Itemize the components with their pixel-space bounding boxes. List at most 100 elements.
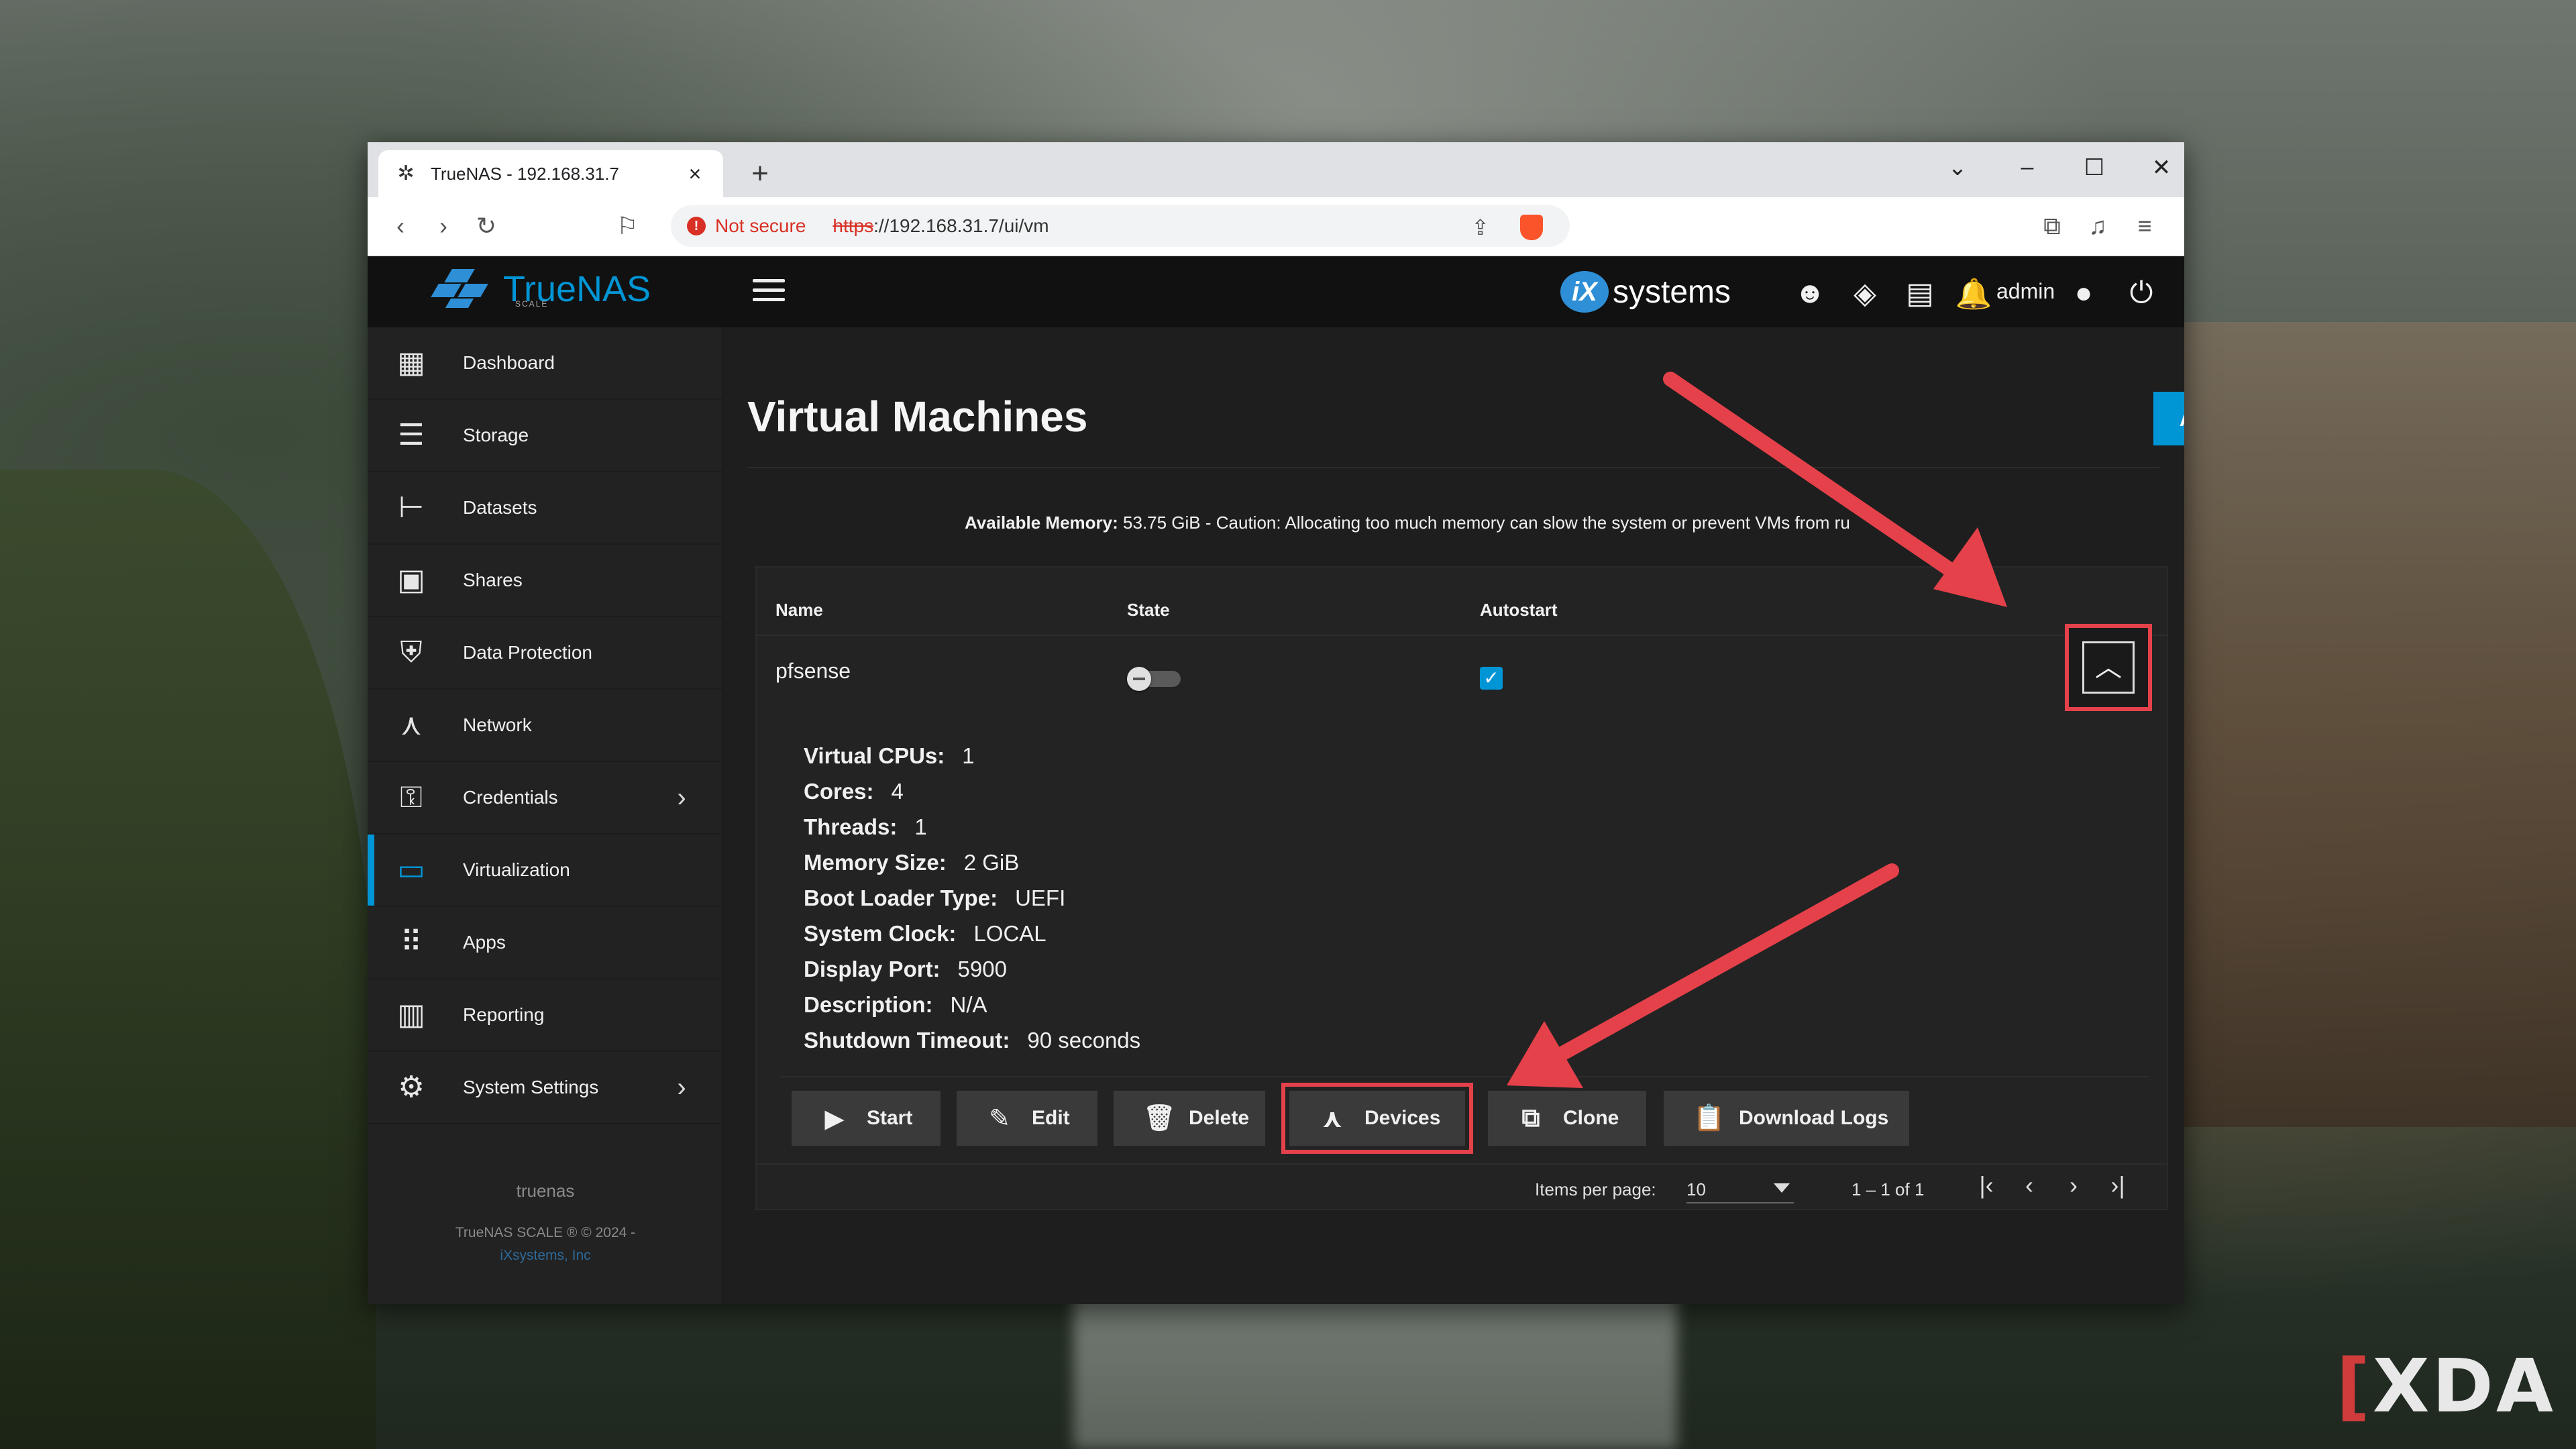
dashboard-icon: ▦ [397,346,425,379]
tab-search-chevron-icon[interactable]: ⌄ [1937,154,1978,181]
power-icon[interactable]: ⏻ [2123,276,2160,310]
memory-note: Available Memory: 53.75 GiB - Caution: A… [965,513,1937,533]
media-icon[interactable]: ♫ [2081,212,2114,240]
items-per-page-label: Items per page: [1535,1179,1656,1199]
forward-icon[interactable]: › [427,212,460,240]
feedback-icon[interactable]: ☻ [1791,276,1829,310]
divider [757,1163,2167,1165]
column-state[interactable]: State [1127,600,1170,621]
detail-system-clock: System Clock: LOCAL [804,921,1046,946]
sidebar-item-label: Shares [463,570,523,590]
sidebar-item-reporting[interactable]: ▥ Reporting [368,979,722,1052]
clone-button[interactable]: ⧉ Clone [1488,1091,1646,1146]
address-bar: ‹ › ↻ ⚐ ! Not secure https://192.168.31.… [368,197,2184,256]
trash-icon: 🗑 [1143,1104,1176,1132]
truenas-mark-icon [431,269,496,309]
column-autostart[interactable]: Autostart [1480,600,1558,621]
browser-tab[interactable]: ✲ TrueNAS - 192.168.31.7 × [378,150,723,197]
sidebar-item-apps[interactable]: ⠿ Apps [368,907,722,979]
bookmark-icon[interactable]: ⚐ [610,212,644,240]
sidebar-item-credentials[interactable]: ⚿ Credentials › [368,762,722,835]
previous-page-icon[interactable]: ‹ [2012,1171,2046,1199]
brave-shield-icon[interactable] [1520,215,1543,240]
hostname: truenas [516,1181,575,1201]
jobs-clipboard-icon[interactable]: ▤ [1901,276,1939,311]
vendor-link[interactable]: iXsystems, Inc [368,1248,723,1264]
reload-icon[interactable]: ↻ [470,212,503,240]
sidebar-item-label: Network [463,714,532,735]
datasets-icon: ⊢ [398,491,425,524]
shares-icon: ▣ [397,564,425,596]
xda-watermark: [XDA [2336,1343,2556,1429]
autostart-checkbox[interactable]: ✓ [1480,667,1503,690]
download-logs-button[interactable]: 📋 Download Logs [1664,1091,1909,1146]
url-scheme: https [833,215,874,236]
sidebar-item-datasets[interactable]: ⊢ Datasets [368,472,722,545]
new-tab-icon[interactable]: + [743,157,777,191]
tab-title: TrueNAS - 192.168.31.7 [431,163,619,184]
maximize-icon[interactable]: ☐ [2074,154,2114,181]
column-name[interactable]: Name [775,600,823,621]
menu-toggle-icon[interactable] [753,279,785,303]
detail-virtual-cpus: Virtual CPUs: 1 [804,743,975,768]
vm-table: Name State Autostart pfsense ✓ ︿ Virtual… [755,566,2168,1210]
url-field[interactable]: ! Not secure https://192.168.31.7/ui/vm … [671,205,1570,247]
share-icon[interactable]: ⇪ [1471,215,1489,240]
start-button[interactable]: ▶ Start [792,1091,941,1146]
sidebar-item-label: Reporting [463,1004,545,1025]
sidebar-item-label: Dashboard [463,352,555,373]
background-forest [0,470,376,1449]
ix-mark: iX [1560,271,1609,313]
detail-shutdown-timeout: Shutdown Timeout: 90 seconds [804,1028,1141,1053]
items-per-page-value: 10 [1686,1179,1706,1199]
dropdown-arrow-icon [1774,1183,1790,1193]
edit-button[interactable]: ✎ Edit [957,1091,1097,1146]
play-icon: ▶ [824,1104,845,1133]
back-icon[interactable]: ‹ [384,212,417,240]
sidebar-item-network[interactable]: ⋏ Network [368,690,722,762]
devices-button[interactable]: ⋏ Devices [1281,1083,1473,1154]
not-secure-label[interactable]: Not secure [715,215,806,237]
vendor-name: systems [1613,274,1731,310]
add-button[interactable]: Add [2153,392,2184,445]
truenas-app: TrueNAS SCALE iX systems ☻ ◈ ▤ 🔔 admin ●… [368,256,2184,1304]
gear-icon: ⚙ [398,1071,425,1104]
devices-icon: ⋏ [1322,1104,1343,1133]
chevron-right-icon: › [677,782,686,812]
extensions-icon[interactable]: ⧉ [2035,212,2069,241]
first-page-icon[interactable]: |‹ [1970,1171,2003,1199]
url-path: ://192.168.31.7/ui/vm [873,215,1049,236]
account-circle-icon[interactable]: ● [2065,276,2102,310]
sidebar-item-shares[interactable]: ▣ Shares [368,545,722,617]
apps-grid-icon: ⠿ [400,926,423,959]
browser-menu-icon[interactable]: ≡ [2128,212,2161,240]
items-per-page-select[interactable]: 10 [1686,1174,1794,1203]
sidebar: ▦ Dashboard ☰ Storage ⊢ Datasets ▣ Share… [368,327,723,1304]
bell-icon[interactable]: 🔔 [1955,276,1992,311]
sidebar-item-storage[interactable]: ☰ Storage [368,400,722,472]
close-tab-icon[interactable]: × [683,162,707,186]
sidebar-item-virtualization[interactable]: ▭ Virtualization [368,835,722,907]
user-label[interactable]: admin [1996,279,2055,304]
vm-name[interactable]: pfsense [775,659,851,684]
pencil-icon: ✎ [989,1104,1010,1133]
sidebar-item-dashboard[interactable]: ▦ Dashboard [368,327,722,400]
ixsystems-logo[interactable]: iX systems [1560,271,1731,313]
sidebar-item-label: Data Protection [463,642,592,663]
sidebar-item-data-protection[interactable]: ⛨ Data Protection [368,617,722,690]
close-window-icon[interactable]: ✕ [2141,154,2182,181]
minimize-icon[interactable]: – [2007,154,2047,180]
divider [757,635,2167,636]
truecommand-icon[interactable]: ◈ [1846,276,1884,311]
vm-state-toggle[interactable] [1127,667,1181,691]
pager-range: 1 – 1 of 1 [1851,1179,1925,1199]
sidebar-item-system-settings[interactable]: ⚙ System Settings › [368,1052,722,1124]
delete-button[interactable]: 🗑 Delete [1114,1091,1265,1146]
collapse-row-button[interactable]: ︿ [2065,624,2152,711]
laptop-icon: ▭ [397,853,425,886]
next-page-icon[interactable]: › [2057,1171,2090,1199]
chevron-up-icon: ︿ [2082,641,2135,694]
detail-description: Description: N/A [804,992,987,1017]
memory-label: Available Memory: [965,513,1118,533]
last-page-icon[interactable]: ›| [2101,1171,2135,1199]
